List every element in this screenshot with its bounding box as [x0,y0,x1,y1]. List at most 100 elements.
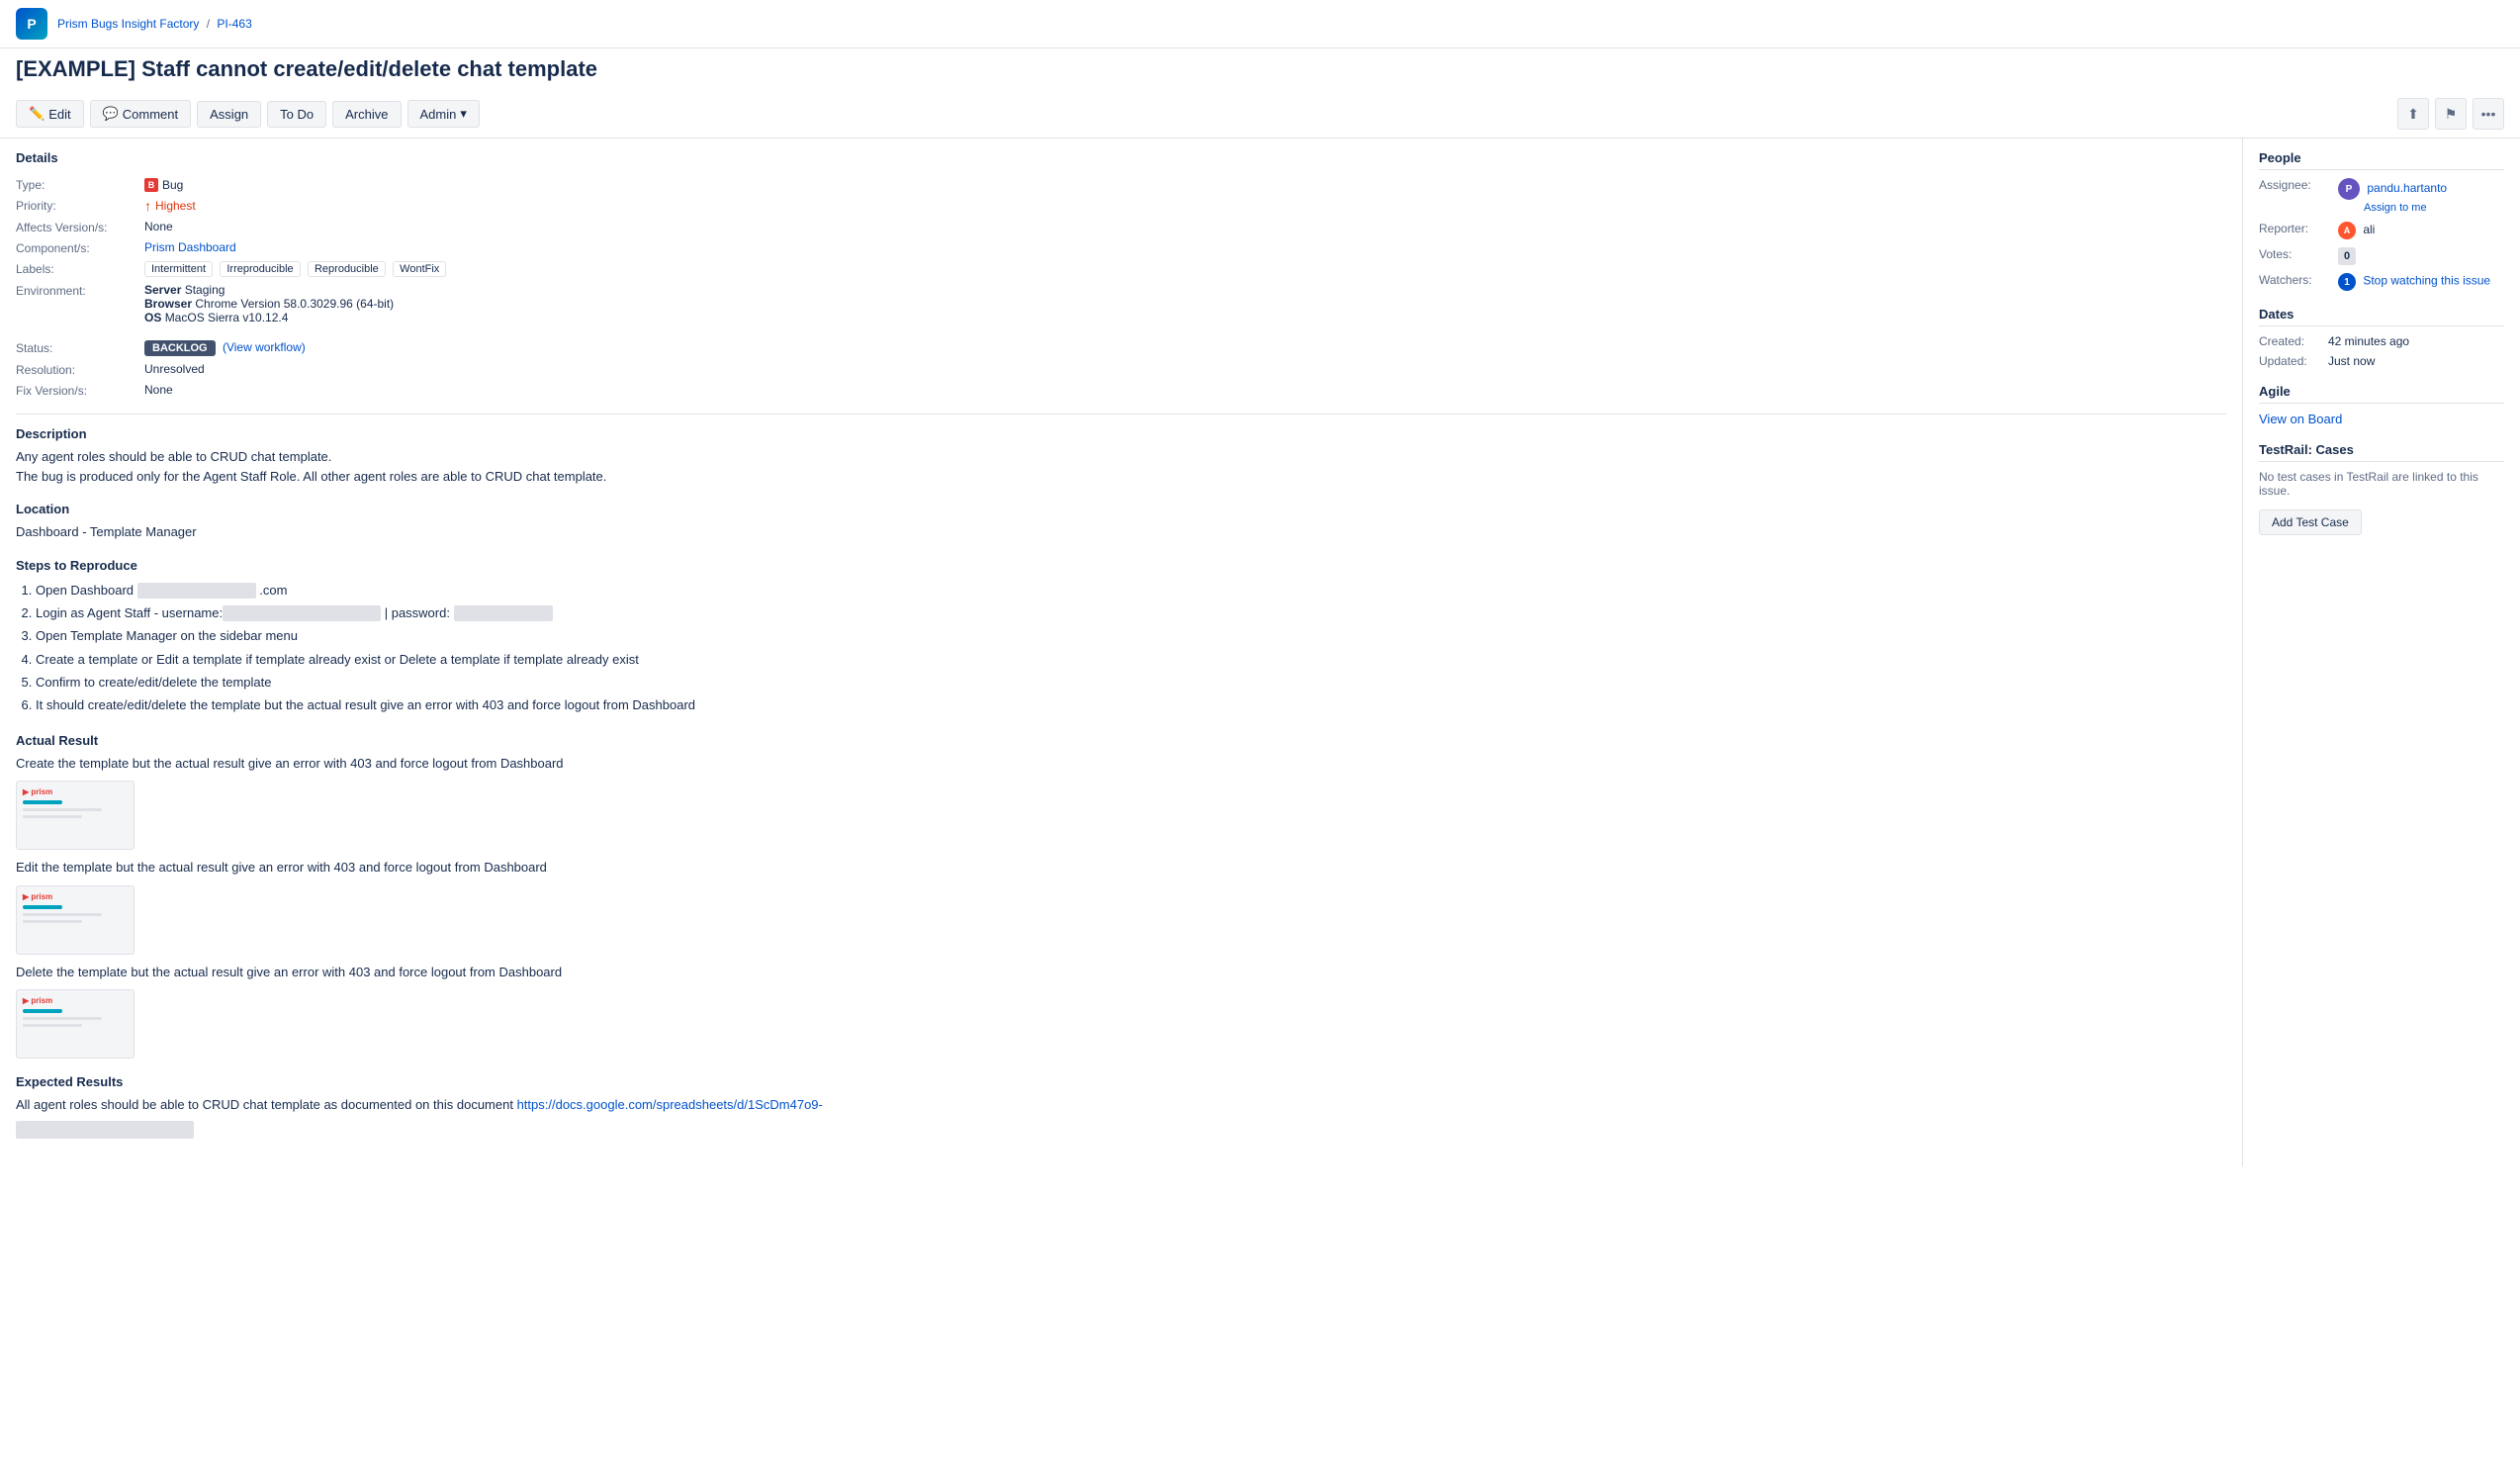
watchers-value: 1 Stop watching this issue [2338,273,2504,291]
screenshot-1[interactable]: ▶ prism [16,781,135,850]
priority-arrow-icon: ↑ [144,198,151,214]
agile-section: Agile View on Board [2259,384,2504,426]
thumb-line-4 [23,920,82,923]
expected-results-section: Expected Results All agent roles should … [16,1074,2226,1139]
more-options-button[interactable]: ••• [2473,98,2504,130]
view-workflow-link[interactable]: (View workflow) [223,340,306,354]
breadcrumb-project-link[interactable]: Prism Bugs Insight Factory [57,17,199,31]
breadcrumb-issue-link[interactable]: PI-463 [217,17,251,31]
testrail-title: TestRail: Cases [2259,442,2504,462]
step-2-username [223,605,381,621]
created-label: Created: [2259,334,2328,348]
stop-watching-link[interactable]: Stop watching this issue [2363,274,2490,288]
reporter-name: ali [2363,223,2375,236]
priority-label: Priority: [16,198,144,214]
comment-label: Comment [123,107,178,122]
actual-result-title: Actual Result [16,733,2226,748]
assignee-label: Assignee: [2259,178,2338,214]
description-line-2: The bug is produced only for the Agent S… [16,467,2226,487]
action-bar: ✏️ Edit 💬 Comment Assign To Do Archive A… [0,94,2520,139]
votes-label: Votes: [2259,247,2338,265]
agile-title: Agile [2259,384,2504,404]
todo-button[interactable]: To Do [267,101,326,128]
description-line-1: Any agent roles should be able to CRUD c… [16,447,2226,467]
updated-value: Just now [2328,354,2504,368]
assign-label: Assign [210,107,248,122]
description-section: Description Any agent roles should be ab… [16,426,2226,486]
sidebar: People Assignee: P pandu.hartanto Assign… [2243,139,2520,1166]
browser-value: Chrome Version 58.0.3029.96 (64-bit) [195,297,394,311]
admin-button[interactable]: Admin ▾ [407,100,480,128]
thumb-line-6 [23,1024,82,1027]
expected-results-title: Expected Results [16,1074,2226,1089]
comment-icon: 💬 [103,106,119,122]
fix-versions-value: None [144,383,2226,398]
status-value: BACKLOG (View workflow) [144,340,2226,356]
thumb-bar-1 [23,800,62,804]
status-grid: Status: BACKLOG (View workflow) Resoluti… [16,340,2226,398]
share-button[interactable]: ⬆ [2397,98,2429,130]
assign-me-link[interactable]: Assign to me [2364,202,2427,214]
steps-section: Steps to Reproduce Open Dashboard .com L… [16,558,2226,717]
main-content: Details Type: B Bug Priority: ↑ Highest [0,139,2243,1166]
feedback-button[interactable]: ⚑ [2435,98,2467,130]
edit-button[interactable]: ✏️ Edit [16,100,84,128]
os-value: MacOS Sierra v10.12.4 [165,311,289,324]
main-layout: Details Type: B Bug Priority: ↑ Highest [0,139,2520,1166]
right-icons: ⬆ ⚑ ••• [2397,98,2504,130]
screenshot-3[interactable]: ▶ prism [16,989,135,1059]
step-2-password [454,605,553,621]
issue-title: [EXAMPLE] Staff cannot create/edit/delet… [16,56,2504,82]
type-text: Bug [162,178,183,192]
location-title: Location [16,502,2226,516]
assign-button[interactable]: Assign [197,101,261,128]
assignee-avatar: P [2338,178,2360,200]
expected-results-link[interactable]: https://docs.google.com/spreadsheets/d/1… [517,1097,823,1112]
label-intermittent: Intermittent [144,261,213,277]
affects-value: None [144,220,2226,234]
breadcrumb-separator: / [207,17,210,31]
dates-section: Dates Created: 42 minutes ago Updated: J… [2259,307,2504,368]
os-label: OS [144,311,161,324]
thumb-logo-1: ▶ prism [23,787,52,796]
assignee-value: P pandu.hartanto Assign to me [2338,178,2504,214]
actual-result-section: Actual Result Create the template but th… [16,733,2226,1060]
labels-value: Intermittent Irreproducible Reproducible… [144,261,2226,277]
priority-value: ↑ Highest [144,198,2226,214]
thumb-bar-2 [23,905,62,909]
fix-versions-label: Fix Version/s: [16,383,144,398]
environment-value: Server Staging Browser Chrome Version 58… [144,283,2226,324]
affects-label: Affects Version/s: [16,220,144,234]
steps-list: Open Dashboard .com Login as Agent Staff… [16,579,2226,717]
components-label: Component/s: [16,240,144,255]
comment-button[interactable]: 💬 Comment [90,100,192,128]
screenshot-2[interactable]: ▶ prism [16,885,135,955]
details-section: Details Type: B Bug Priority: ↑ Highest [16,150,2226,398]
testrail-section: TestRail: Cases No test cases in TestRai… [2259,442,2504,535]
dates-title: Dates [2259,307,2504,326]
issue-title-row: [EXAMPLE] Staff cannot create/edit/delet… [0,48,2520,94]
created-value: 42 minutes ago [2328,334,2504,348]
step-5: Confirm to create/edit/delete the templa… [36,671,2226,693]
project-header: P Prism Bugs Insight Factory / PI-463 [0,0,2520,48]
step-6: It should create/edit/delete the templat… [36,693,2226,716]
watchers-label: Watchers: [2259,273,2338,291]
archive-button[interactable]: Archive [332,101,401,128]
thumb-logo-3: ▶ prism [23,996,52,1005]
add-test-case-button[interactable]: Add Test Case [2259,509,2362,535]
actual-result-caption-1: Create the template but the actual resul… [16,754,2226,774]
component-link[interactable]: Prism Dashboard [144,240,236,254]
assignee-link[interactable]: pandu.hartanto [2367,181,2447,195]
people-grid: Assignee: P pandu.hartanto Assign to me … [2259,178,2504,291]
expected-results-text: All agent roles should be able to CRUD c… [16,1095,2226,1115]
breadcrumb: Prism Bugs Insight Factory / PI-463 [57,17,252,31]
resolution-label: Resolution: [16,362,144,377]
people-title: People [2259,150,2504,170]
people-section: People Assignee: P pandu.hartanto Assign… [2259,150,2504,291]
description-title: Description [16,426,2226,441]
labels-label: Labels: [16,261,144,277]
view-on-board-link[interactable]: View on Board [2259,412,2342,426]
project-logo: P [16,8,47,40]
steps-title: Steps to Reproduce [16,558,2226,573]
step-4: Create a template or Edit a template if … [36,648,2226,671]
